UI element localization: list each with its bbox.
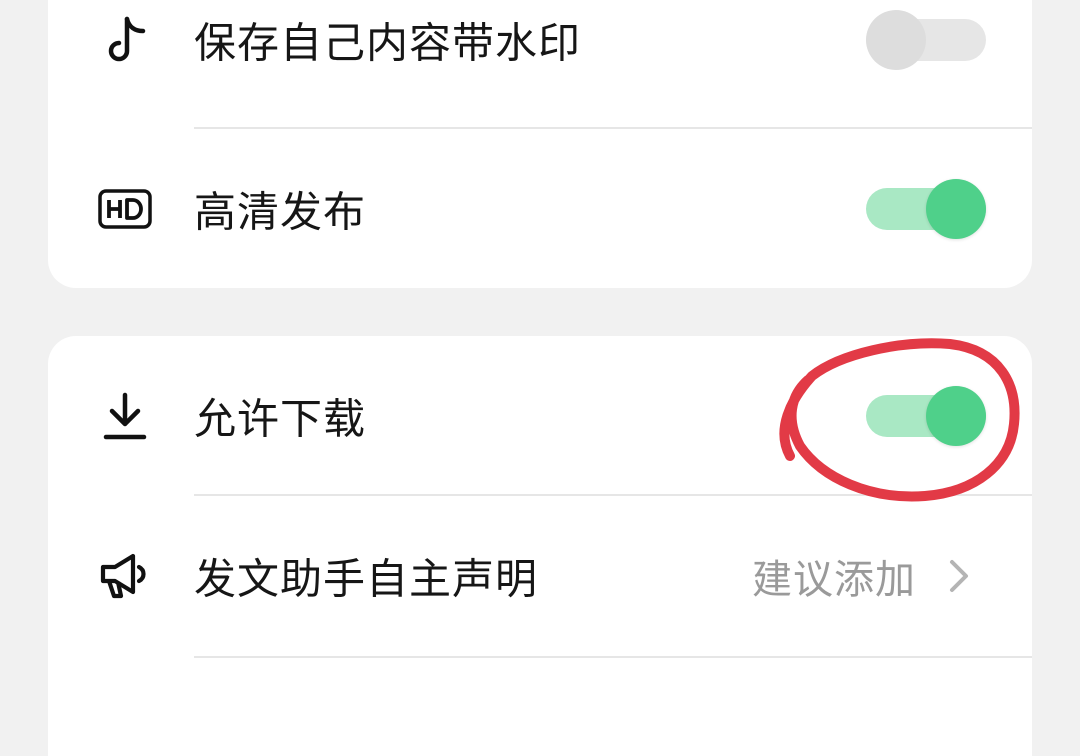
allow-download-toggle[interactable] xyxy=(866,386,986,446)
divider xyxy=(194,656,1032,658)
setting-row-allow-download[interactable]: 允许下载 xyxy=(48,336,1032,496)
setting-label-author-statement: 发文助手自主声明 xyxy=(194,554,539,604)
watermark-toggle[interactable] xyxy=(866,10,986,70)
hd-icon xyxy=(98,182,152,236)
settings-card-bottom: 允许下载 发文助手自主声明 建议添加 xyxy=(48,336,1032,756)
setting-row-author-statement[interactable]: 发文助手自主声明 建议添加 xyxy=(48,496,1032,656)
setting-row-watermark[interactable]: 保存自己内容带水印 xyxy=(48,0,1032,120)
megaphone-icon xyxy=(98,549,152,603)
settings-card-top: 保存自己内容带水印 高清发布 xyxy=(48,0,1032,288)
setting-value-suggest-add: 建议添加 xyxy=(752,557,916,603)
download-icon xyxy=(98,389,152,443)
setting-row-hd-publish[interactable]: 高清发布 xyxy=(48,129,1032,288)
setting-label-watermark: 保存自己内容带水印 xyxy=(194,18,582,68)
toggle-knob xyxy=(926,179,986,239)
tiktok-note-icon xyxy=(98,13,152,67)
toggle-knob xyxy=(866,10,926,70)
setting-label-hd-publish: 高清发布 xyxy=(194,187,367,237)
hd-publish-toggle[interactable] xyxy=(866,179,986,239)
chevron-right-icon xyxy=(946,556,972,596)
setting-label-allow-download: 允许下载 xyxy=(194,394,367,444)
toggle-knob xyxy=(926,386,986,446)
